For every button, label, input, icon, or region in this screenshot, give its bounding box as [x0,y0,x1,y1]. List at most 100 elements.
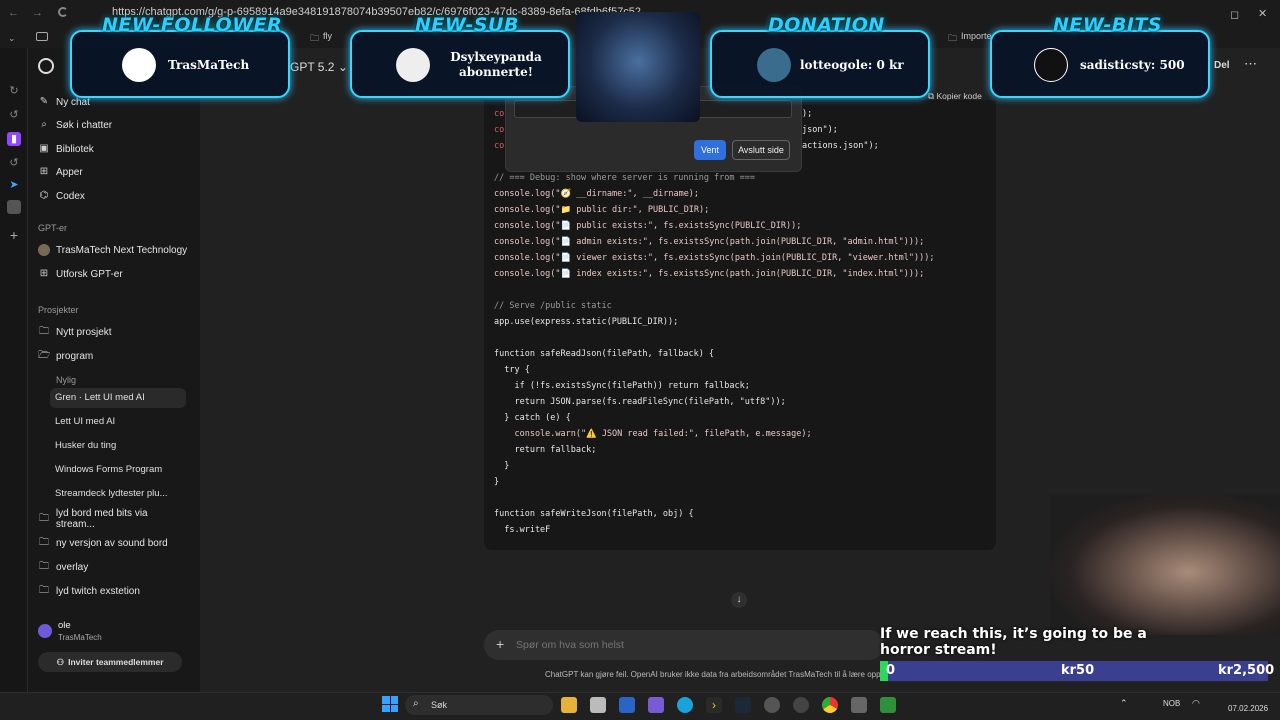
sidebar-item-label: lyd twitch exstetion [56,585,140,597]
alert-bits: sadisticsty: 500 [990,30,1210,98]
file-explorer-icon[interactable] [561,697,577,713]
sidebar-item-label: Ny chat [56,96,90,108]
store-icon[interactable] [590,697,606,713]
tray-chevron-icon[interactable]: ⌃ [1120,698,1128,709]
back-icon[interactable]: ← [8,7,19,19]
code-fragment: ); [802,109,813,119]
browser-sidebar-strip: ↻ ↺ ▮ ↺ ➤ + [0,48,28,692]
sidebar-item-project[interactable]: 🗀 ny versjon av sound bord [38,533,188,553]
copy-code-button[interactable]: ⧉ Kopier kode [928,91,982,102]
bull-logo [576,12,700,122]
sidebar-item-library[interactable]: ▣ Bibliotek [38,139,188,159]
app-icon[interactable]: ↺ [7,156,21,170]
sidebar-item-label: Utforsk GPT-er [56,268,123,280]
recent-item[interactable]: Husker du ting [55,436,187,456]
gpt-avatar-icon [38,244,50,256]
code-line: fs.writeF [494,525,551,535]
goal-end: kr2,500 [1218,663,1275,678]
chat-input[interactable] [516,637,856,653]
twitch-icon[interactable]: ▮ [7,132,21,146]
alert-sub-text: Dsylxeypanda abonnerte! [450,50,542,79]
code-line: } [494,461,510,471]
windows-start-icon[interactable] [382,696,398,712]
wifi-icon[interactable]: ◠ [1192,698,1200,709]
taskbar [0,692,1280,720]
sidebar-item-apps[interactable]: ⊞ Apper [38,162,188,182]
alert-follower-text: TrasMaTech [168,58,250,72]
alert-donation-text: lotteogole: 0 kr [800,58,904,72]
goal-start: 0 [886,663,896,678]
projects-heading: Prosjekter [38,305,79,315]
app-icon[interactable] [851,697,867,713]
add-icon[interactable]: + [7,228,21,242]
code-fragment: json"); [802,125,838,135]
panda-avatar [396,48,430,82]
invite-team-button[interactable]: ⚇ Inviter teammedlemmer [38,652,182,672]
alert-donation-title: DONATION [768,14,885,36]
recent-item[interactable]: Windows Forms Program [55,460,187,480]
avatar[interactable] [38,624,52,638]
model-selector[interactable]: GPT 5.2 ⌄ [290,60,348,74]
openai-logo-icon[interactable] [38,58,54,74]
taskbar-search[interactable]: Søk [405,695,553,715]
refresh-icon[interactable]: ↺ [7,108,21,122]
sidebar-item-gpt[interactable]: TrasMaTech Next Technology [38,240,188,260]
sidebar-item-explore-gpts[interactable]: ⊞ Utforsk GPT-er [38,264,188,284]
terminal-icon[interactable]: › [706,697,722,713]
folder-icon: 🗀 [39,561,49,572]
history-icon[interactable]: ↻ [7,84,21,98]
bookmark-fly[interactable]: fly [323,31,332,41]
folder-icon: 🗀 [39,537,49,548]
recent-item[interactable]: Streamdeck lydtester plu... [55,484,187,504]
window-restore-icon[interactable]: ◻ [1230,8,1239,21]
code-line: console.log("📄 index exists:", fs.exists… [494,269,925,279]
sidebar-item-label: Codex [56,190,85,202]
codex-icon: ⌬ [39,190,49,201]
folder-open-icon: 🗁 [38,350,51,361]
code-fragment: co [494,109,505,119]
sidebar-item-project[interactable]: 🗀 lyd twitch exstetion [38,581,188,601]
sidebar-item-codex[interactable]: ⌬ Codex [38,186,188,206]
sidebar-item-label: lyd bord med bits via stream... [55,508,148,530]
sidebar-item-program[interactable]: 🗁 program [38,346,188,366]
recent-item[interactable]: Lett UI med AI [55,412,187,432]
donor-avatar [757,48,791,82]
app-icon[interactable] [793,697,809,713]
user-name: ole [58,620,71,631]
app-icon[interactable] [648,697,664,713]
recent-item[interactable]: Gren · Lett UI med AI [50,388,186,408]
forward-icon[interactable]: → [32,7,43,19]
app-icon[interactable] [880,697,896,713]
share-button[interactable]: Del [1214,60,1230,71]
add-attachment-icon[interactable]: + [496,636,504,652]
chatgpt-tab-icon[interactable] [7,200,21,214]
scroll-down-icon[interactable]: ↓ [731,592,747,608]
outlook-icon[interactable] [619,697,635,713]
steam-icon[interactable] [735,697,751,713]
more-options-icon[interactable]: ⋯ [1244,56,1257,72]
code-line: // Serve /public static [494,301,612,311]
sidebar-item-label: TrasMaTech Next Technology [56,244,188,256]
language-indicator[interactable]: NOB [1163,699,1180,708]
tab-icon[interactable] [36,32,48,41]
edit-icon: ✎ [39,96,49,107]
sidebar-item-project[interactable]: 🗀 lyd bord med bits via stream... [38,508,188,530]
code-line: if (!fs.existsSync(filePath)) return fal… [494,381,750,391]
close-icon[interactable]: ✕ [1258,7,1267,20]
chrome-icon[interactable] [822,697,838,713]
alert-bits-text: sadisticsty: 500 [1080,58,1185,72]
obs-icon[interactable] [764,697,780,713]
sidebar-item-project[interactable]: 🗀 overlay [38,557,188,577]
sidebar-item-label: program [56,350,94,362]
edge-icon[interactable] [677,697,693,713]
leave-page-button[interactable]: Avslutt side [732,140,790,160]
bookmark-importe[interactable]: Importe [961,31,992,41]
wait-button[interactable]: Vent [694,140,726,160]
follower-avatar [122,48,156,82]
sidebar-item-search[interactable]: ⌕ Søk i chatter [38,115,188,135]
chevron-down-icon[interactable]: ⌄ [8,33,16,44]
alert-follower: TrasMaTech [70,30,290,98]
recent-heading: Nylig [56,375,77,385]
send-icon[interactable]: ➤ [7,178,21,192]
sidebar-item-new-project[interactable]: 🗀 Nytt prosjekt [38,322,188,342]
